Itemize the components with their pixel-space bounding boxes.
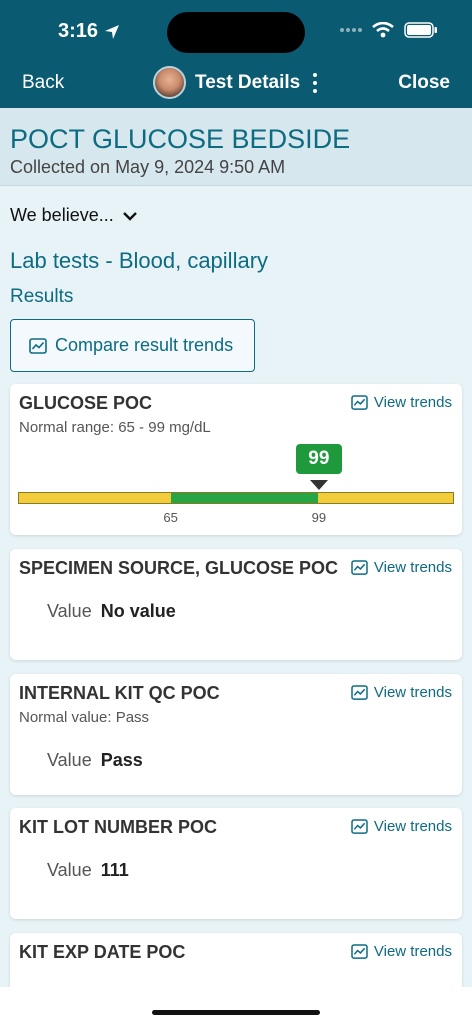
home-indicator-area bbox=[0, 987, 472, 1024]
status-time: 3:16 bbox=[58, 20, 120, 43]
trend-chart-icon bbox=[351, 560, 368, 575]
collected-date: Collected on May 9, 2024 9:50 AM bbox=[10, 157, 286, 177]
trend-chart-icon bbox=[351, 685, 368, 700]
view-trends-link[interactable]: View trends bbox=[351, 684, 452, 701]
card-title: SPECIMEN SOURCE, GLUCOSE POC bbox=[19, 558, 339, 578]
normal-value: Normal value: Pass bbox=[19, 709, 150, 726]
range-bar bbox=[18, 492, 454, 504]
view-trends-label: View trends bbox=[373, 943, 452, 960]
value-label: Value bbox=[47, 860, 92, 880]
result-card-specimen-source: SPECIMEN SOURCE, GLUCOSE POC View trends… bbox=[10, 549, 462, 660]
location-arrow-icon bbox=[105, 24, 120, 39]
range-segment-high bbox=[318, 493, 453, 503]
value-row: Value No value bbox=[47, 601, 176, 622]
value-row: Value 111 bbox=[47, 860, 129, 881]
value-row: Value Pass bbox=[47, 750, 143, 771]
status-icons bbox=[340, 22, 438, 38]
status-time-text: 3:16 bbox=[58, 20, 99, 42]
normal-range: Normal range: 65 - 99 mg/dL bbox=[19, 419, 211, 436]
page-title: POCT GLUCOSE BEDSIDE bbox=[10, 124, 351, 154]
compare-button-label: Compare result trends bbox=[55, 335, 234, 355]
we-believe-toggle[interactable]: We believe... bbox=[10, 205, 138, 226]
result-card-glucose: GLUCOSE POC View trends Normal range: 65… bbox=[10, 384, 462, 535]
view-trends-label: View trends bbox=[373, 394, 452, 411]
value-text: No value bbox=[100, 601, 176, 621]
battery-icon bbox=[404, 22, 437, 38]
section-title: Lab tests - Blood, capillary bbox=[10, 248, 269, 273]
trend-chart-icon bbox=[351, 944, 368, 959]
range-low-label: 65 bbox=[163, 510, 178, 525]
trend-chart-icon bbox=[351, 395, 368, 410]
trend-chart-icon bbox=[29, 337, 47, 354]
trend-chart-icon bbox=[351, 819, 368, 834]
range-segment-low bbox=[19, 493, 171, 503]
result-card-kit-exp-date: KIT EXP DATE POC View trends bbox=[10, 933, 462, 993]
value-text: 111 bbox=[100, 860, 129, 880]
cellular-signal-icon bbox=[340, 28, 362, 32]
view-trends-label: View trends bbox=[373, 559, 452, 576]
result-card-internal-kit-qc: INTERNAL KIT QC POC View trends Normal v… bbox=[10, 674, 462, 795]
back-button[interactable]: Back bbox=[22, 72, 64, 94]
result-value-badge: 99 bbox=[295, 444, 342, 474]
view-trends-link[interactable]: View trends bbox=[351, 943, 452, 960]
card-title: KIT EXP DATE POC bbox=[19, 942, 186, 962]
compare-result-trends-button[interactable]: Compare result trends bbox=[10, 319, 255, 372]
avatar[interactable] bbox=[153, 66, 186, 99]
view-trends-link[interactable]: View trends bbox=[351, 559, 452, 576]
view-trends-link[interactable]: View trends bbox=[351, 394, 452, 411]
view-trends-link[interactable]: View trends bbox=[351, 818, 452, 835]
close-button[interactable]: Close bbox=[398, 72, 450, 94]
home-indicator[interactable] bbox=[152, 1010, 320, 1015]
card-title: KIT LOT NUMBER POC bbox=[19, 817, 217, 837]
range-segment-normal bbox=[170, 493, 319, 503]
value-text: Pass bbox=[100, 750, 143, 770]
view-trends-label: View trends bbox=[373, 684, 452, 701]
nav-title-group[interactable]: Test Details bbox=[153, 66, 318, 99]
wifi-icon bbox=[372, 22, 394, 38]
more-options-icon[interactable] bbox=[313, 72, 318, 93]
dynamic-island bbox=[167, 12, 305, 53]
card-title: GLUCOSE POC bbox=[19, 393, 153, 413]
results-label: Results bbox=[10, 286, 74, 307]
result-card-kit-lot-number: KIT LOT NUMBER POC View trends Value 111 bbox=[10, 808, 462, 919]
top-bar: 3:16 Back Test Details Close bbox=[0, 0, 472, 108]
card-title: INTERNAL KIT QC POC bbox=[19, 683, 220, 703]
we-believe-label: We believe... bbox=[10, 205, 114, 225]
value-label: Value bbox=[47, 601, 92, 621]
range-high-label: 99 bbox=[311, 510, 327, 525]
result-pointer bbox=[309, 480, 328, 490]
value-label: Value bbox=[47, 750, 92, 770]
view-trends-label: View trends bbox=[373, 818, 452, 835]
chevron-down-icon bbox=[122, 211, 137, 221]
nav-title: Test Details bbox=[195, 71, 301, 93]
